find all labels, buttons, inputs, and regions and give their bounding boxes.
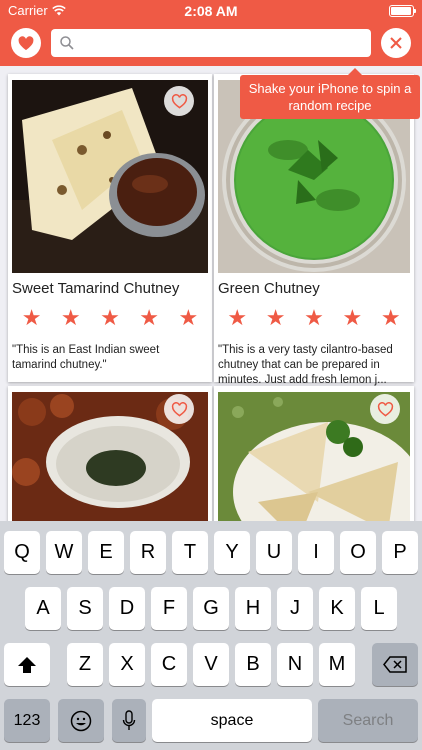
tooltip-line-1: Shake your iPhone to spin a — [248, 81, 412, 96]
key-x[interactable]: X — [109, 643, 145, 686]
star-icon: ★ — [60, 305, 81, 330]
recipe-title: Sweet Tamarind Chutney — [12, 280, 180, 297]
key-j[interactable]: J — [277, 587, 313, 630]
shift-icon — [18, 656, 36, 673]
key-i[interactable]: I — [298, 531, 334, 574]
key-s[interactable]: S — [67, 587, 103, 630]
star-icon: ★ — [342, 305, 363, 330]
rating-stars: ★ ★ ★ ★ ★ — [218, 306, 410, 330]
search-input[interactable] — [81, 29, 366, 57]
status-time: 2:08 AM — [184, 3, 238, 19]
key-o[interactable]: O — [340, 531, 376, 574]
key-q[interactable]: Q — [4, 531, 40, 574]
favorite-toggle[interactable] — [370, 394, 400, 424]
key-d[interactable]: D — [109, 587, 145, 630]
key-n[interactable]: N — [277, 643, 313, 686]
close-icon — [390, 37, 402, 49]
key-c[interactable]: C — [151, 643, 187, 686]
recipe-title: Green Chutney — [218, 280, 320, 297]
tooltip-line-2: random recipe — [288, 98, 372, 113]
heart-outline-icon — [171, 401, 187, 417]
favorites-button[interactable] — [11, 28, 41, 58]
key-r[interactable]: R — [130, 531, 166, 574]
microphone-icon — [122, 709, 136, 730]
star-icon: ★ — [227, 305, 248, 330]
space-key[interactable]: space — [152, 699, 312, 742]
recipe-card[interactable]: Sweet Tamarind Chutney ★ ★ ★ ★ ★ "This i… — [8, 74, 212, 382]
key-y[interactable]: Y — [214, 531, 250, 574]
star-icon: ★ — [139, 305, 160, 330]
key-b[interactable]: B — [235, 643, 271, 686]
shake-tooltip: Shake your iPhone to spin a random recip… — [240, 68, 420, 119]
clear-search-button[interactable] — [381, 28, 411, 58]
key-z[interactable]: Z — [67, 643, 103, 686]
recipe-card[interactable]: Green Chutney ★ ★ ★ ★ ★ "This is a very … — [214, 74, 414, 386]
heart-icon — [18, 35, 34, 50]
key-p[interactable]: P — [382, 531, 418, 574]
recipe-description: "This is a very tasty cilantro-based chu… — [218, 344, 393, 386]
search-bar[interactable] — [51, 29, 371, 57]
rating-stars: ★ ★ ★ ★ ★ — [12, 306, 208, 330]
key-g[interactable]: G — [193, 587, 229, 630]
battery-icon — [389, 5, 416, 17]
star-icon: ★ — [21, 305, 42, 330]
star-icon: ★ — [304, 305, 324, 330]
recipe-description: "This is an East Indian sweet tamarind c… — [12, 344, 160, 371]
key-l[interactable]: L — [361, 587, 397, 630]
backspace-icon — [383, 656, 407, 673]
key-f[interactable]: F — [151, 587, 187, 630]
key-h[interactable]: H — [235, 587, 271, 630]
app-header: Carrier 2:08 AM — [0, 0, 422, 66]
key-m[interactable]: M — [319, 643, 355, 686]
recipe-card[interactable] — [8, 386, 212, 521]
recipe-grid: Sweet Tamarind Chutney ★ ★ ★ ★ ★ "This i… — [0, 66, 422, 521]
search-icon — [60, 36, 74, 50]
emoji-icon — [70, 710, 92, 731]
key-a[interactable]: A — [25, 587, 61, 630]
key-u[interactable]: U — [256, 531, 292, 574]
key-e[interactable]: E — [88, 531, 124, 574]
backspace-key[interactable] — [372, 643, 418, 686]
key-k[interactable]: K — [319, 587, 355, 630]
keyboard: Q W E R T Y U I O P A S D F G H J K L Z … — [0, 521, 422, 750]
heart-outline-icon — [377, 401, 393, 417]
heart-outline-icon — [171, 93, 187, 109]
favorite-toggle[interactable] — [164, 394, 194, 424]
key-t[interactable]: T — [172, 531, 208, 574]
recipe-card[interactable] — [214, 386, 414, 521]
star-icon: ★ — [380, 305, 401, 330]
emoji-key[interactable] — [58, 699, 104, 742]
favorite-toggle[interactable] — [164, 86, 194, 116]
shift-key[interactable] — [4, 643, 50, 686]
search-key[interactable]: Search — [318, 699, 418, 742]
star-icon: ★ — [265, 305, 286, 330]
status-bar: Carrier 2:08 AM — [0, 0, 422, 22]
star-icon: ★ — [178, 305, 199, 330]
star-icon: ★ — [100, 305, 120, 330]
dictation-key[interactable] — [112, 699, 146, 742]
numbers-key[interactable]: 123 — [4, 699, 50, 742]
key-v[interactable]: V — [193, 643, 229, 686]
key-w[interactable]: W — [46, 531, 82, 574]
